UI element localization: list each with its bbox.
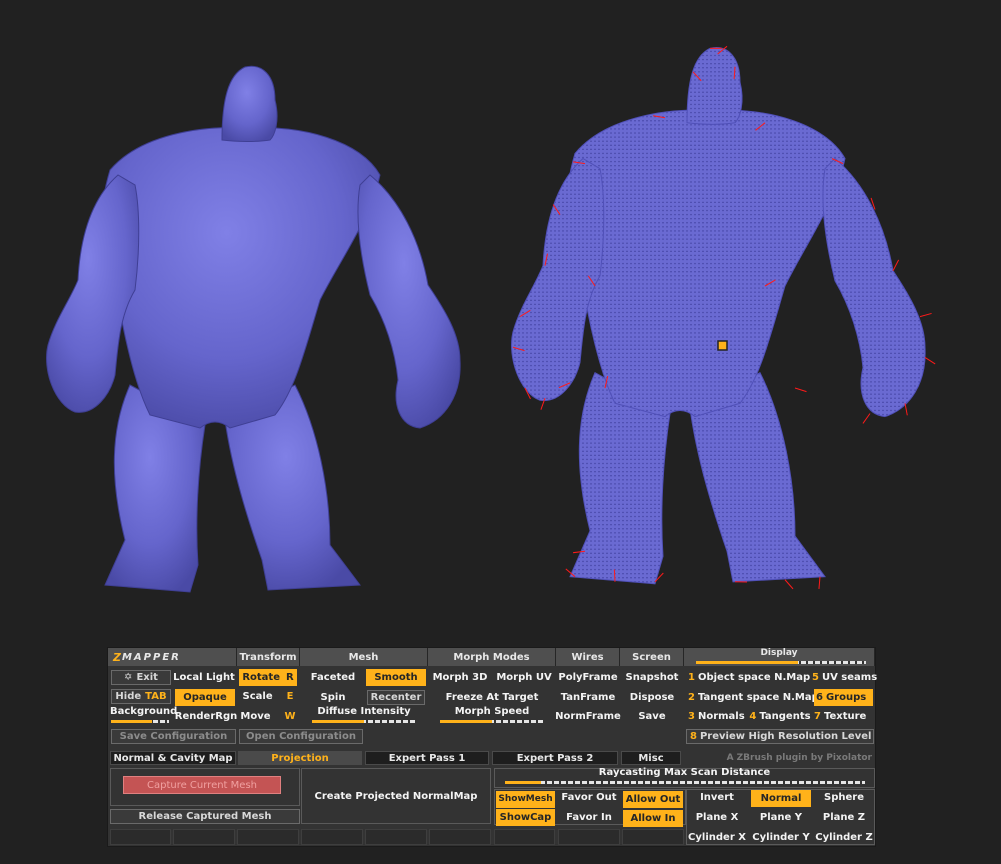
header-morph-modes: Morph Modes [428, 648, 556, 666]
create-projected-normalmap-button[interactable]: Create Projected NormalMap [301, 788, 491, 805]
freeze-at-target-button[interactable]: Freeze At Target [430, 689, 554, 706]
tangent-space-nmap-button[interactable]: 2 Tangent space N.Map [686, 689, 819, 706]
empty-slot [301, 829, 363, 845]
empty-slot [110, 829, 171, 845]
title-mapper: MAPPER [121, 651, 181, 663]
normals-button[interactable]: 3 Normals [686, 708, 746, 725]
groups-button[interactable]: 6 Groups [814, 689, 873, 706]
plane-z-button[interactable]: Plane Z [814, 809, 874, 826]
polyframe-button[interactable]: PolyFrame [558, 669, 618, 686]
favor-in-toggle[interactable]: Favor In [558, 809, 620, 826]
normframe-button[interactable]: NormFrame [555, 708, 621, 725]
pivot-handle [717, 340, 728, 351]
capture-current-mesh-button[interactable]: Capture Current Mesh [123, 776, 281, 794]
empty-slot [365, 829, 427, 845]
allow-out-toggle[interactable]: Allow Out [623, 791, 683, 808]
diffuse-intensity-slider[interactable] [312, 720, 416, 723]
empty-slot [558, 829, 620, 845]
sphere-mode-button[interactable]: Sphere [814, 789, 874, 806]
dispose-button[interactable]: Dispose [622, 689, 682, 706]
spin-button[interactable]: Spin [302, 689, 364, 706]
background-slider[interactable] [111, 720, 169, 723]
ogre-model-smooth [46, 65, 461, 593]
diffuse-intensity-label: Diffuse Intensity [317, 706, 411, 717]
cylinder-y-button[interactable]: Cylinder Y [750, 829, 812, 846]
plane-x-button[interactable]: Plane X [686, 809, 748, 826]
exit-button[interactable]: ✡ Exit [111, 670, 171, 685]
tab-expert-pass-1[interactable]: Expert Pass 1 [365, 751, 489, 765]
plane-y-button[interactable]: Plane Y [750, 809, 812, 826]
empty-slot [237, 829, 299, 845]
hide-button[interactable]: Hide TAB [111, 689, 171, 704]
allow-in-toggle[interactable]: Allow In [623, 810, 683, 827]
uv-seams-button[interactable]: 5 UV seams [812, 669, 877, 686]
empty-slot [622, 829, 684, 845]
cylinder-z-button[interactable]: Cylinder Z [814, 829, 874, 846]
snapshot-button[interactable]: Snapshot [622, 669, 682, 686]
viewport-canvas [46, 45, 936, 593]
texture-button[interactable]: 7 Texture [814, 708, 874, 725]
zmapper-panel: Z MAPPER Transform Mesh Morph Modes Wire… [107, 647, 877, 847]
release-captured-mesh-button[interactable]: Release Captured Mesh [110, 809, 300, 824]
cylinder-x-button[interactable]: Cylinder X [686, 829, 748, 846]
local-light-button[interactable]: Local Light [172, 669, 236, 686]
renderrgn-button[interactable]: RenderRgn [175, 708, 237, 725]
tab-misc[interactable]: Misc [621, 751, 681, 765]
credit-text: A ZBrush plugin by Pixolator [726, 752, 872, 763]
recenter-button[interactable]: Recenter [367, 690, 425, 705]
tab-expert-pass-2[interactable]: Expert Pass 2 [492, 751, 618, 765]
morph-uv-button[interactable]: Morph UV [494, 669, 554, 686]
morph-speed-slider[interactable] [440, 720, 544, 723]
tanframe-button[interactable]: TanFrame [558, 689, 618, 706]
tangents-button[interactable]: 4 Tangents [748, 708, 812, 725]
object-space-nmap-button[interactable]: 1 Object space N.Map [686, 669, 810, 686]
showcap-toggle[interactable]: ShowCap [496, 809, 555, 826]
morph-3d-button[interactable]: Morph 3D [430, 669, 490, 686]
normal-mode-button[interactable]: Normal [751, 790, 811, 807]
display-slider[interactable] [696, 661, 866, 664]
tab-projection[interactable]: Projection [238, 751, 362, 765]
favor-out-toggle[interactable]: Favor Out [558, 789, 620, 806]
raycast-label: Raycasting Max Scan Distance [598, 767, 771, 778]
faceted-button[interactable]: Faceted [302, 669, 364, 686]
title-z: Z [113, 650, 121, 664]
tab-normal-cavity-map[interactable]: Normal & Cavity Map [110, 751, 236, 765]
scale-button[interactable]: Scale E [239, 688, 297, 705]
morph-speed-label: Morph Speed [454, 706, 530, 717]
empty-slot [429, 829, 491, 845]
opaque-button[interactable]: Opaque [175, 689, 235, 706]
header-mesh: Mesh [300, 648, 428, 666]
open-configuration-button[interactable]: Open Configuration [239, 729, 363, 744]
header-transform: Transform [237, 648, 300, 666]
empty-slot [173, 829, 235, 845]
3d-viewport[interactable] [0, 0, 1001, 640]
smooth-button[interactable]: Smooth [366, 669, 426, 686]
rotate-button[interactable]: Rotate R [239, 669, 297, 686]
ogre-model-normals [511, 45, 936, 590]
header-screen: Screen [620, 648, 684, 666]
header-wires: Wires [556, 648, 620, 666]
save-configuration-button[interactable]: Save Configuration [111, 729, 236, 744]
move-button[interactable]: Move W [239, 708, 297, 725]
invert-toggle[interactable]: Invert [686, 789, 748, 806]
zmapper-title: Z MAPPER [108, 648, 237, 666]
save-button[interactable]: Save [622, 708, 682, 725]
background-label: Background [110, 706, 178, 717]
preview-high-res-button[interactable]: 8 Preview High Resolution Level [686, 729, 874, 744]
raycast-slider[interactable] [505, 781, 865, 784]
showmesh-toggle[interactable]: ShowMesh [496, 791, 555, 808]
zbrush-icon: ✡ [124, 672, 133, 683]
empty-slot [494, 829, 555, 845]
